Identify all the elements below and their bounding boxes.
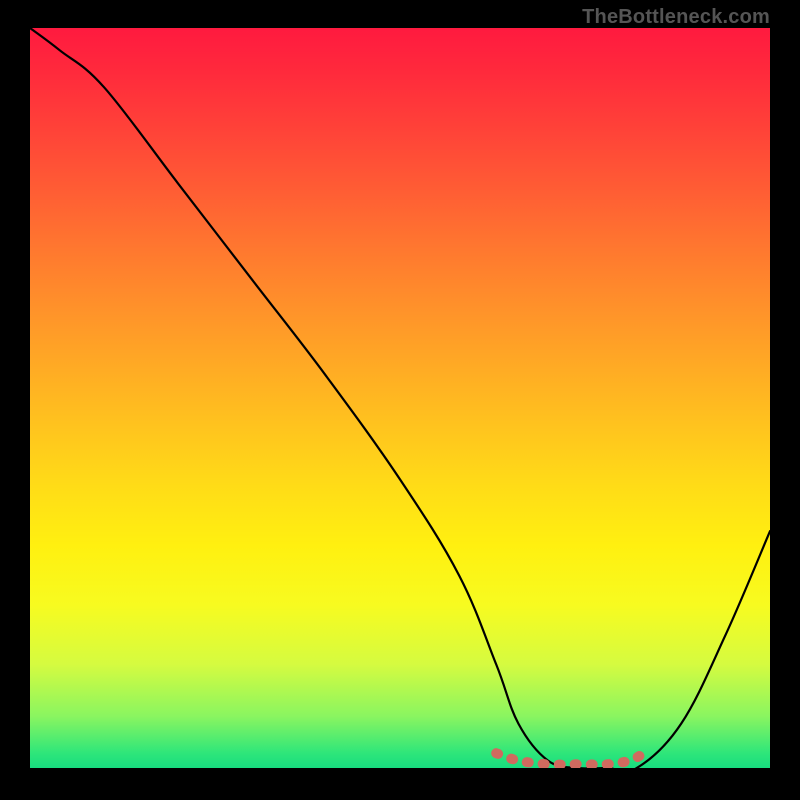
bottleneck-curve-path <box>30 28 770 768</box>
optimum-band-path <box>496 753 644 764</box>
chart-svg <box>30 28 770 768</box>
watermark-text: TheBottleneck.com <box>582 6 770 29</box>
chart-plot-area <box>30 28 770 768</box>
